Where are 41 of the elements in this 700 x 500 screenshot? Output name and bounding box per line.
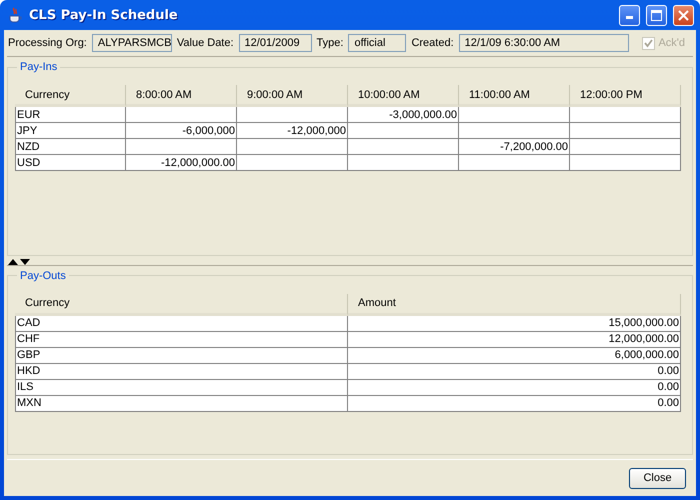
table-cell: ILS [15, 380, 348, 396]
table-cell: USD [15, 155, 126, 171]
field-label: Value Date: [176, 37, 234, 49]
table-cell: 0.00 [348, 364, 681, 380]
table-cell: CHF [15, 332, 348, 348]
close-dialog-button[interactable]: Close [629, 468, 686, 488]
split-arrows-icon[interactable] [7, 258, 31, 265]
table-cell: MXN [15, 396, 348, 412]
table-cell: -7,200,000.00 [459, 139, 570, 155]
minimize-button[interactable] [619, 4, 640, 26]
table-cell: -3,000,000.00 [348, 107, 459, 123]
table-cell: HKD [15, 364, 348, 380]
panel-title: Pay-Outs [19, 270, 67, 282]
table-cell: EUR [15, 107, 126, 123]
table-cell: NZD [15, 139, 126, 155]
java-cup-icon [7, 7, 23, 23]
maximize-button[interactable] [646, 4, 667, 26]
table-cell: JPY [15, 123, 126, 139]
read-only-field[interactable]: 12/01/2009 [238, 34, 312, 52]
read-only-field[interactable]: ALYPARSMCB [92, 34, 172, 52]
table-cell: -12,000,000.00 [126, 155, 237, 171]
field-label: Processing Org: [8, 37, 87, 49]
table-cell: GBP [15, 348, 348, 364]
maximize-icon [651, 10, 662, 20]
close-button[interactable] [673, 4, 694, 26]
table-cell: 0.00 [348, 380, 681, 396]
table-cell: -12,000,000 [237, 123, 348, 139]
panel-title: Pay-Ins [19, 61, 58, 73]
table-cell: -6,000,000 [126, 123, 237, 139]
table-cell: 15,000,000.00 [348, 316, 681, 332]
table-cell: CAD [15, 316, 348, 332]
read-only-field[interactable]: 12/1/09 6:30:00 AM [458, 34, 629, 52]
field-label: Type: [316, 37, 344, 49]
field-label: Created: [411, 37, 454, 49]
window-title: CLS Pay-In Schedule [29, 8, 179, 22]
checkbox-label: Ack'd [658, 37, 685, 49]
table-cell: 6,000,000.00 [348, 348, 681, 364]
table-cell: 0.00 [348, 396, 681, 412]
close-icon [678, 10, 689, 20]
read-only-field[interactable]: official [348, 34, 406, 52]
table-cell: 12,000,000.00 [348, 332, 681, 348]
